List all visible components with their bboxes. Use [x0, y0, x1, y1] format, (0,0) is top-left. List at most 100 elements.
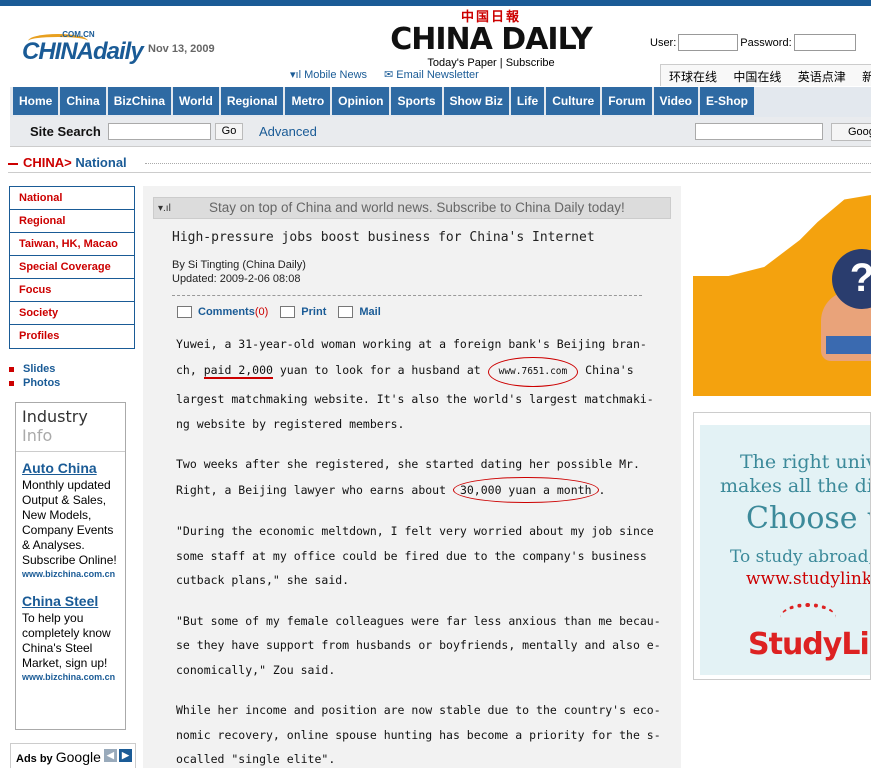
nav-china[interactable]: China	[60, 87, 108, 115]
cn-link[interactable]: 中国在线	[733, 70, 781, 84]
subscribe-banner-text: Stay on top of China and world news. Sub…	[209, 200, 625, 215]
cartoon-ad[interactable]: ?	[693, 186, 871, 396]
nav-video[interactable]: Video	[653, 87, 700, 115]
section-focus[interactable]: Focus	[10, 279, 134, 302]
industry-info-title: Industry Info	[22, 407, 119, 445]
subscribe-link[interactable]: Subscribe	[506, 57, 555, 69]
p2-text-b: .	[598, 482, 606, 497]
logo-text: CHINAdaily	[22, 38, 144, 65]
photos-label: Photos	[23, 377, 61, 389]
site-search-input[interactable]	[108, 123, 211, 140]
paragraph: "During the economic meltdown, I felt ve…	[176, 524, 654, 587]
chinese-links: 环球在线 中国在线 英语点津 新闻	[660, 64, 871, 86]
nav-eshop[interactable]: E-Shop	[700, 87, 756, 115]
chinadaily-logo[interactable]: .COM.CN CHINAdaily	[22, 30, 144, 72]
google-label: Google	[55, 749, 101, 765]
print-link[interactable]: Print	[301, 306, 326, 318]
masthead-title[interactable]: CHINA DAILY	[376, 25, 606, 55]
page-date: Nov 13, 2009	[148, 43, 215, 55]
google-search-button[interactable]: Goog	[831, 123, 871, 141]
studylink-panel: The right unive makes all the diff Choos…	[700, 425, 871, 675]
nav-opinion[interactable]: Opinion	[332, 87, 392, 115]
site-url-annotation: www.7651.com	[487, 356, 579, 387]
nav-life[interactable]: Life	[510, 87, 547, 115]
ad-line: makes all the diff	[720, 475, 871, 497]
photos-link[interactable]: Photos	[9, 377, 60, 391]
nav-sports[interactable]: Sports	[391, 87, 444, 115]
mobile-signal-icon: ▾.ıl	[158, 203, 171, 214]
comments-link[interactable]: Comments(0)	[198, 306, 268, 318]
next-arrow-icon[interactable]: ▶	[119, 749, 132, 762]
mobile-news-label: Mobile News	[304, 69, 368, 81]
nav-home[interactable]: Home	[13, 87, 61, 115]
industry-title-a: Industry	[22, 407, 88, 426]
nav-regional[interactable]: Regional	[220, 87, 286, 115]
mobile-signal-icon: ▾ıl	[290, 69, 302, 81]
ads-by-google[interactable]: Ads by Google ◀ ▶	[10, 743, 136, 768]
password-input[interactable]	[793, 34, 856, 51]
dashed-divider	[172, 295, 642, 296]
section-regional[interactable]: Regional	[10, 210, 134, 233]
industry-title-b: Info	[22, 426, 53, 445]
breadcrumb-sep: >	[64, 155, 72, 170]
ad-headline: Choose w	[746, 501, 870, 536]
paragraph: Two weeks after she registered, she star…	[176, 452, 666, 503]
comment-icon	[177, 306, 192, 318]
industry-info-box: Industry Info Auto China Monthly updated…	[15, 402, 126, 730]
mobile-news-link[interactable]: ▾ıl Mobile News	[290, 68, 367, 81]
comments-label: Comments	[198, 306, 255, 318]
login-form: User: Password:	[650, 34, 858, 51]
article-tools: Comments(0) Print Mail	[177, 306, 381, 318]
mail-link[interactable]: Mail	[359, 306, 380, 318]
article-byline: By Si Tingting (China Daily) Updated: 20…	[172, 258, 306, 286]
breadcrumb-current[interactable]: National	[72, 155, 126, 170]
advanced-search-link[interactable]: Advanced	[259, 124, 317, 139]
cn-link[interactable]: 英语点津	[798, 70, 846, 84]
username-input[interactable]	[678, 34, 739, 51]
p1-text-b: yuan to look for a husband at	[272, 362, 488, 377]
auto-china-desc: Monthly updated Output & Sales, New Mode…	[22, 478, 117, 567]
ad-line: To study abroad, s	[730, 547, 871, 567]
ad-line: The right unive	[740, 451, 870, 473]
china-steel-link[interactable]: China Steel	[22, 593, 119, 609]
cn-link[interactable]: 环球在线	[669, 70, 717, 84]
breadcrumb: CHINA> National	[8, 155, 871, 173]
studylink-ad[interactable]: The right unive makes all the diff Choos…	[693, 412, 871, 680]
prev-arrow-icon[interactable]: ◀	[104, 749, 117, 762]
nav-culture[interactable]: Culture	[546, 87, 603, 115]
nav-showbiz[interactable]: Show Biz	[443, 87, 511, 115]
google-search-input[interactable]	[695, 123, 823, 140]
slides-label: Slides	[23, 363, 56, 375]
section-special-coverage[interactable]: Special Coverage	[10, 256, 134, 279]
section-profiles[interactable]: Profiles	[10, 325, 134, 348]
nav-world[interactable]: World	[173, 87, 221, 115]
nav-metro[interactable]: Metro	[285, 87, 333, 115]
subscribe-banner[interactable]: ▾.ıl Stay on top of China and world news…	[153, 197, 671, 219]
china-steel-desc: To help you completely know China's Stee…	[22, 611, 111, 670]
china-steel-url[interactable]: www.bizchina.com.cn	[22, 672, 119, 682]
bullet-icon	[9, 366, 14, 372]
nav-bizchina[interactable]: BizChina	[107, 87, 174, 115]
slides-link[interactable]: Slides	[9, 363, 60, 377]
masthead: 中国日報 CHINA DAILY Today's Paper | Subscri…	[376, 6, 606, 69]
print-icon	[280, 306, 296, 318]
section-society[interactable]: Society	[10, 302, 134, 325]
cn-link[interactable]: 新闻	[862, 70, 871, 84]
article-body: Yuwei, a 31-year-old woman working at a …	[176, 332, 666, 768]
user-label: User:	[650, 36, 677, 49]
site-search-label: Site Search	[30, 124, 101, 139]
auto-china-link[interactable]: Auto China	[22, 460, 119, 476]
go-button[interactable]: Go	[215, 123, 243, 140]
email-newsletter-link[interactable]: ✉ Email Newsletter	[384, 68, 479, 81]
p1-highlight: paid 2,000	[203, 362, 273, 379]
envelope-icon: ✉	[384, 69, 394, 81]
nav-forum[interactable]: Forum	[602, 87, 654, 115]
breadcrumb-marker	[8, 163, 18, 165]
studylink-logo: StudyLin	[748, 627, 870, 662]
section-taiwan-hk-macao[interactable]: Taiwan, HK, Macao	[10, 233, 134, 256]
auto-china-url[interactable]: www.bizchina.com.cn	[22, 569, 119, 579]
media-links: Slides Photos	[9, 363, 60, 391]
section-national[interactable]: National	[10, 187, 134, 210]
article-headline: High-pressure jobs boost business for Ch…	[172, 230, 595, 245]
paragraph: "But some of my female colleagues were f…	[176, 613, 661, 677]
